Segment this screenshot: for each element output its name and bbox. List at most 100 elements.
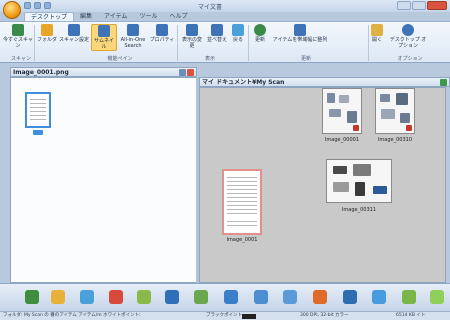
thumbnail-button[interactable]: サムネイル [91,24,117,51]
align-items-button[interactable]: アイテムを帯域幅に整列 [270,24,330,43]
device-app-icon[interactable] [402,290,416,304]
folder-icon [41,24,53,36]
save-icon[interactable] [24,2,31,9]
web-app-icon[interactable] [372,290,386,304]
refresh-label: 更新 [254,37,265,43]
group-label-options: オプション [397,56,423,62]
group-separator [177,25,178,61]
thumbnail-image-00001[interactable] [322,88,362,134]
refresh-button[interactable]: 更新 [251,24,269,43]
folder-app-icon[interactable] [51,290,65,304]
pin-icon[interactable] [179,69,186,76]
thumbnail-image-00311[interactable] [326,159,392,203]
open-button[interactable]: 開く [370,24,384,43]
thumbnail-label: Image_00311 [341,207,377,213]
folder-label: フォルダ [36,37,57,43]
refresh-icon [254,24,266,36]
desktop-options-label: デスクトップ オプション [389,37,427,49]
scan-settings-button[interactable]: スキャン設定 [59,24,89,43]
preview-title: Image_0001.png [13,69,69,76]
group-separator [248,25,249,61]
change-view-button[interactable]: 表示の変更 [180,24,204,49]
status-resolution: 300 DPI, 32-bit カラー [300,313,349,318]
settings-icon [68,24,80,36]
folder-path: マイ ドキュメント¥My Scan [202,79,285,86]
preview-panel [10,77,197,283]
window-controls [397,1,447,10]
scan-now-button[interactable]: 今すぐスキャン [3,24,33,49]
word-app-icon[interactable] [343,290,357,304]
group-label-view: 表示 [204,56,215,62]
status-size: 6514 KB イト [396,313,426,318]
properties-label: プロパティ [149,37,175,43]
image-app-icon[interactable] [25,290,39,304]
group-label-refresh: 更新 [300,56,311,62]
panel-header-buttons [179,69,194,76]
options-icon [402,24,414,36]
back-button[interactable]: 戻る [230,24,246,43]
thumbnail-image-00310[interactable] [375,88,415,134]
thumbnail-label: Image_00001 [324,137,360,143]
undo-icon[interactable] [34,2,41,9]
mail-app-icon[interactable] [80,290,94,304]
folder-view-header: マイ ドキュメント¥My Scan [199,77,450,87]
thumbnail-image-0001[interactable] [222,169,262,235]
search-icon [127,24,139,36]
sort-icon [211,24,223,36]
desktop-options-button[interactable]: デスクトップ オプション [388,24,428,49]
align-items-label: アイテムを帯域幅に整列 [272,37,328,43]
application-menu-button[interactable] [3,1,21,19]
back-label: 戻る [232,37,243,43]
panel-header-buttons [440,79,447,86]
presentation-app-icon[interactable] [313,290,327,304]
status-blackpoint: ブラックポイント [206,313,242,318]
open-icon [371,24,383,36]
thumbnail-label: Image_00310 [377,137,413,143]
thumbnail-icon [98,25,110,37]
document-app-icon[interactable] [224,290,238,304]
thumbnail-label: Image_0001 [226,237,258,243]
close-panel-icon[interactable] [187,69,194,76]
edit-app-icon[interactable] [137,290,151,304]
title-bar: マイ文書 [0,0,450,12]
pdf-app-icon[interactable] [109,290,123,304]
maximize-button[interactable] [412,1,426,10]
minimize-button[interactable] [397,1,411,10]
properties-icon [156,24,168,36]
view-icon [186,24,198,36]
paperclip-app-icon[interactable] [283,290,297,304]
all-in-one-search-label: All-in-One Search [120,37,146,49]
thumbnail-label: サムネイル [94,38,114,50]
close-button[interactable] [427,1,447,10]
spreadsheet-app-icon[interactable] [194,290,208,304]
window-title: マイ文書 [198,4,223,11]
preview-thumbnail[interactable] [25,92,51,128]
blackpoint-swatch [242,314,256,319]
ribbon: 今すぐスキャン フォルダ スキャン設定 サムネイル All-in-One Sea… [0,21,450,63]
calendar-app-icon[interactable] [254,290,268,304]
status-path: フォルダ: My Scan の 番のアイテム アイテム/m ホワイトポイント: [3,313,141,318]
folder-view: Image_00001 Image_00310 Image_00311 Imag… [199,87,446,283]
align-icon [294,24,306,36]
properties-button[interactable]: プロパティ [149,24,175,43]
quick-access-toolbar [24,2,51,9]
change-view-label: 表示の変更 [181,37,202,49]
page-indicator [33,130,43,135]
folder-button[interactable]: フォルダ [36,24,58,43]
expand-icon[interactable] [440,79,447,86]
sort-button[interactable]: 並べ替え [206,24,228,43]
group-label-function-pane: 機能ペイン [107,56,133,62]
scan-icon [12,24,24,36]
scan-now-label: 今すぐスキャン [3,37,34,49]
group-label-scan: スキャン [10,56,31,62]
ocr-app-icon[interactable] [165,290,179,304]
group-separator [368,25,369,61]
sort-label: 並べ替え [206,37,227,43]
redo-icon[interactable] [44,2,51,9]
scan-settings-label: スキャン設定 [59,37,90,43]
open-label: 開く [371,37,382,43]
all-in-one-search-button[interactable]: All-in-One Search [119,24,147,49]
back-icon [232,24,244,36]
recycle-app-icon[interactable] [430,290,444,304]
status-bar: フォルダ: My Scan の 番のアイテム アイテム/m ホワイトポイント: … [0,311,450,320]
